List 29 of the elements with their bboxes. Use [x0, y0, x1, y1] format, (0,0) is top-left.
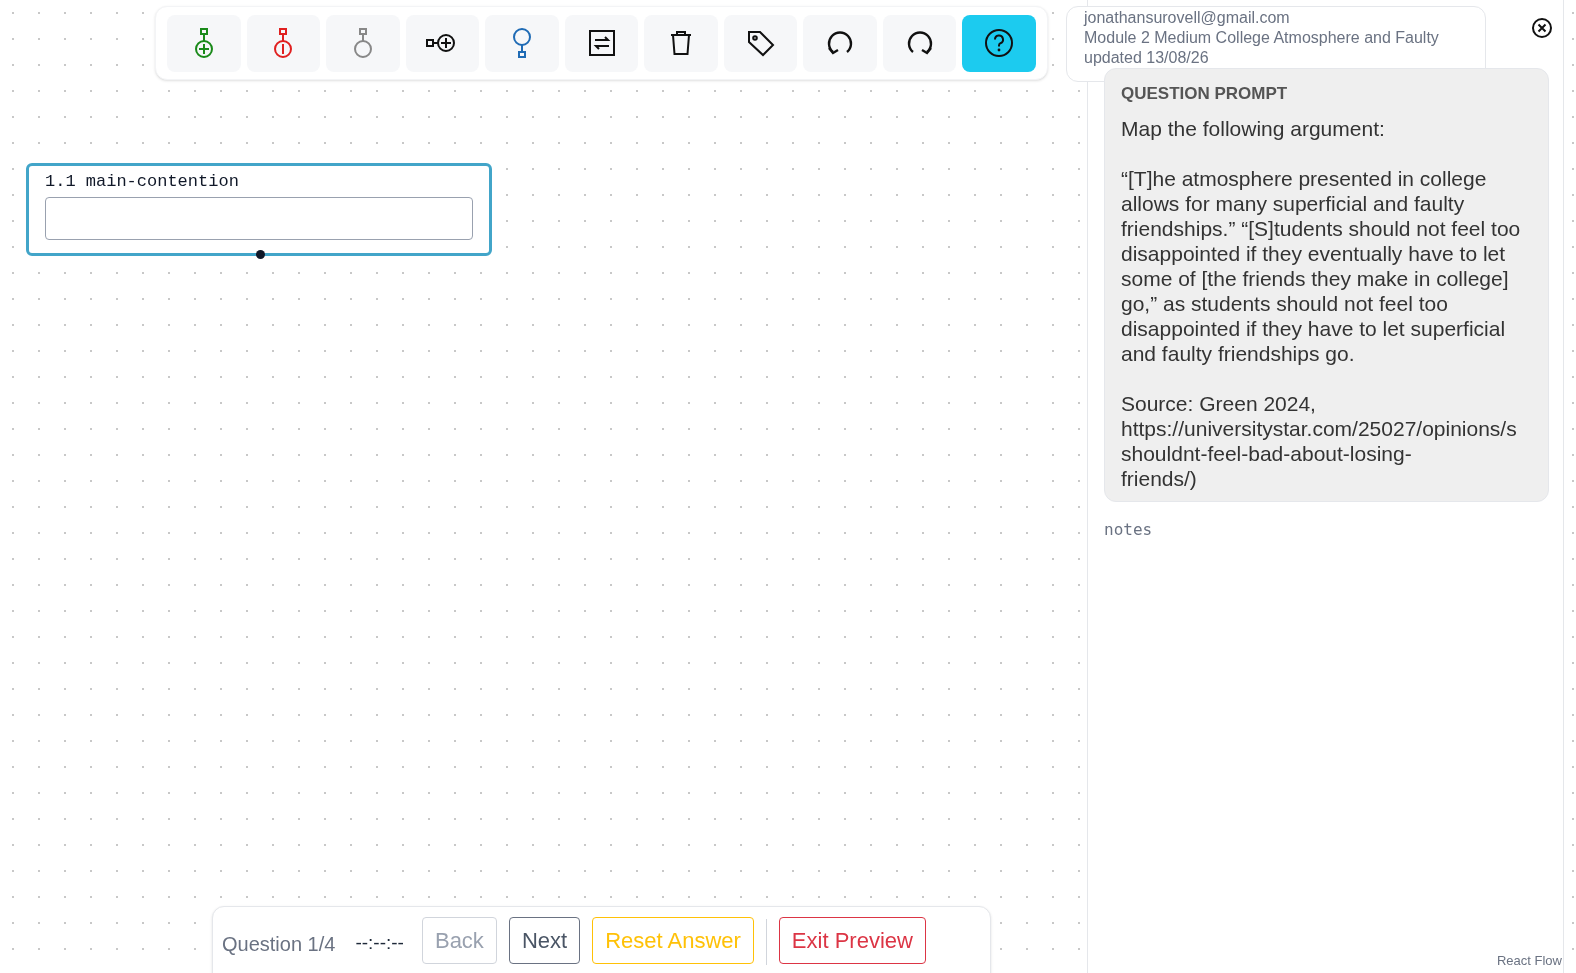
module-title: Module 2 Medium College Atmosphere and Faulty	[1084, 28, 1440, 48]
source-line: friends/)	[1121, 466, 1198, 491]
toolbar-button[interactable]	[644, 14, 718, 72]
prompt-text: “[T]he atmosphere presented in college allows for many superficial and faulty friendships.” “[S]tudents should not feel too disappointed if they eventually have to let some of [the friends they make in college] go,” as students should not feel too disappointed if they have to let superficial and faulty friendships go.	[1121, 166, 1522, 366]
toolbar-button[interactable]	[803, 14, 877, 72]
toolbar-button[interactable]	[564, 14, 639, 72]
close-icon[interactable]	[1531, 17, 1553, 39]
footer-button[interactable]: Next	[508, 917, 581, 964]
help-icon	[983, 27, 1016, 59]
source-line: Source: Green 2024,	[1121, 391, 1317, 416]
toolbar-button[interactable]	[882, 14, 957, 72]
user-email: jonathansurovell@gmail.com	[1084, 8, 1291, 28]
connection-handle[interactable]	[256, 250, 265, 259]
argument-node[interactable]: 1.1 main-contention	[26, 163, 492, 256]
toolbar-button[interactable]	[405, 14, 480, 72]
source-line: shouldnt-feel-bad-about-losing-	[1121, 441, 1413, 466]
attribution-link[interactable]: React Flow	[1496, 950, 1562, 970]
notes-field[interactable]: notes	[1104, 518, 1549, 938]
source-line: https://universitystar.com/25027/opinions/s	[1121, 416, 1518, 441]
prompt-text: Map the following argument:	[1121, 116, 1386, 141]
updated-date: updated 13/08/26	[1084, 48, 1210, 68]
toolbar-button[interactable]	[723, 14, 798, 72]
timer: --:--:--	[355, 931, 404, 955]
prompt-heading: QUESTION PROMPT	[1121, 83, 1289, 105]
toolbar-button[interactable]	[962, 14, 1036, 72]
question-counter: Question 1/4	[222, 932, 336, 957]
node-text-field[interactable]	[45, 197, 473, 240]
exit-button[interactable]: Exit Preview	[778, 917, 926, 964]
node-label: 1.1 main-contention	[45, 171, 240, 193]
